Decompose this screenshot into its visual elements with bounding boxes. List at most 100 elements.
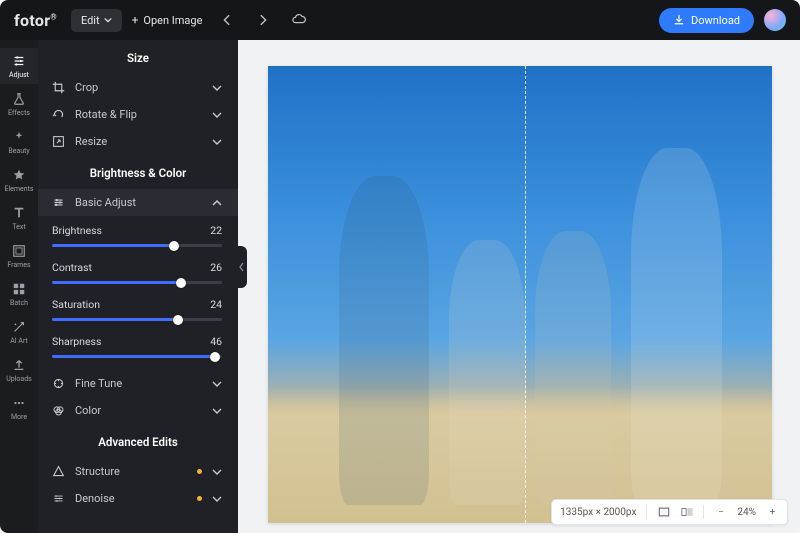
panel-row-rotate-flip[interactable]: Rotate & Flip — [38, 101, 238, 128]
rail-label: Frames — [7, 261, 30, 269]
rail-item-uploads[interactable]: Uploads — [0, 352, 38, 388]
compare-divider[interactable] — [525, 66, 526, 523]
rail-item-more[interactable]: More — [0, 390, 38, 426]
photo-figure — [535, 231, 611, 505]
separator — [703, 505, 704, 519]
slider-thumb[interactable] — [173, 315, 183, 325]
zoom-value: 24% — [737, 507, 756, 518]
rail-label: Uploads — [6, 375, 32, 383]
chevron-down-icon — [212, 494, 222, 504]
panel-row-color[interactable]: Color — [38, 397, 238, 424]
slider-value: 46 — [210, 335, 222, 348]
zoom-in-button[interactable]: + — [766, 506, 779, 519]
panel-collapse-handle[interactable] — [237, 246, 247, 288]
chevron-down-icon — [212, 83, 222, 93]
slider-fill — [52, 281, 181, 284]
slider-saturation: Saturation24 — [38, 290, 238, 327]
chevron-down-icon — [212, 379, 222, 389]
open-image-button[interactable]: + Open Image — [132, 13, 203, 27]
panel-row-crop[interactable]: Crop — [38, 74, 238, 101]
slider-track[interactable] — [52, 281, 222, 284]
slider-value: 24 — [210, 298, 222, 311]
download-button[interactable]: Download — [659, 8, 754, 33]
panel-row-denoise[interactable]: Denoise — [38, 485, 238, 512]
rail-label: More — [11, 413, 27, 421]
rail-label: Effects — [8, 109, 30, 117]
rotate-icon — [52, 108, 65, 121]
panel-row-structure[interactable]: Structure — [38, 458, 238, 485]
redo-button[interactable] — [252, 13, 274, 27]
avatar[interactable] — [764, 9, 786, 31]
resize-icon — [52, 135, 65, 148]
zoom-out-button[interactable]: − — [714, 506, 727, 519]
slider-track[interactable] — [52, 318, 222, 321]
arrow-left-icon — [220, 13, 234, 27]
separator — [646, 505, 647, 519]
rail-item-elements[interactable]: Elements — [0, 162, 38, 198]
sparkle-icon — [12, 130, 26, 144]
wand-icon — [12, 320, 26, 334]
panel-row-resize[interactable]: Resize — [38, 128, 238, 155]
photo-figure — [631, 148, 722, 504]
rail-item-beauty[interactable]: Beauty — [0, 124, 38, 160]
chevron-down-icon — [212, 137, 222, 147]
rail-item-ai-art[interactable]: AI Art — [0, 314, 38, 350]
flask-icon — [12, 92, 26, 106]
edit-dropdown[interactable]: Edit — [71, 9, 122, 32]
slider-track[interactable] — [52, 244, 222, 247]
canvas-area: 1335px × 2000px − 24% + — [238, 40, 800, 533]
photo-preview — [268, 66, 772, 523]
slider-thumb[interactable] — [210, 352, 220, 362]
slider-label: Sharpness — [52, 335, 101, 348]
crop-icon — [52, 81, 65, 94]
open-image-label: Open Image — [143, 14, 202, 27]
chevron-down-icon — [104, 16, 112, 24]
section-title-brightness-color: Brightness & Color — [38, 155, 238, 189]
chevron-up-icon — [212, 198, 222, 208]
brand-logo[interactable]: fotor® — [14, 11, 57, 30]
app-body: Adjust Effects BeautyElements Text Frames Bat… — [0, 40, 800, 533]
row-label: Denoise — [75, 492, 187, 505]
slider-track[interactable] — [52, 355, 222, 358]
fit-icon — [658, 506, 670, 518]
denoise-icon — [52, 492, 65, 505]
rail-label: Adjust — [9, 71, 29, 79]
row-label: Crop — [75, 81, 202, 94]
panel-row-fine-tune[interactable]: Fine Tune — [38, 370, 238, 397]
sliders-icon — [12, 54, 26, 68]
slider-fill — [52, 318, 178, 321]
text-icon — [12, 206, 26, 220]
slider-label: Brightness — [52, 224, 102, 237]
plus-icon: + — [132, 13, 139, 27]
slider-thumb[interactable] — [176, 278, 186, 288]
plus-icon: + — [770, 507, 776, 518]
rail-item-batch[interactable]: Batch — [0, 276, 38, 312]
canvas[interactable] — [268, 66, 772, 523]
cloud-button[interactable] — [288, 13, 310, 27]
basic-adjust-label: Basic Adjust — [75, 196, 202, 209]
basic-adjust-row[interactable]: Basic Adjust — [38, 189, 238, 216]
rail-item-adjust[interactable]: Adjust — [0, 48, 38, 84]
slider-sharpness: Sharpness 46 — [38, 327, 238, 364]
rail-item-effects[interactable]: Effects — [0, 86, 38, 122]
rail-item-frames[interactable]: Frames — [0, 238, 38, 274]
rail-item-text[interactable]: Text — [0, 200, 38, 236]
rail-label: AI Art — [10, 337, 28, 345]
slider-fill — [52, 244, 174, 247]
rail-label: Text — [12, 223, 25, 231]
compare-button[interactable] — [680, 506, 693, 519]
compare-icon — [681, 506, 693, 518]
arrow-right-icon — [256, 13, 270, 27]
chevron-left-icon — [239, 262, 245, 272]
fit-screen-button[interactable] — [657, 506, 670, 519]
app-root: fotor® Edit + Open Image Download Adjust… — [0, 0, 800, 533]
row-label: Fine Tune — [75, 377, 202, 390]
topbar: fotor® Edit + Open Image Download — [0, 0, 800, 40]
canvas-dimensions: 1335px × 2000px — [560, 507, 636, 518]
slider-value: 22 — [210, 224, 222, 237]
rail-label: Batch — [10, 299, 28, 307]
row-label: Structure — [75, 465, 187, 478]
status-dot-icon — [197, 469, 202, 474]
undo-button[interactable] — [216, 13, 238, 27]
slider-thumb[interactable] — [169, 241, 179, 251]
